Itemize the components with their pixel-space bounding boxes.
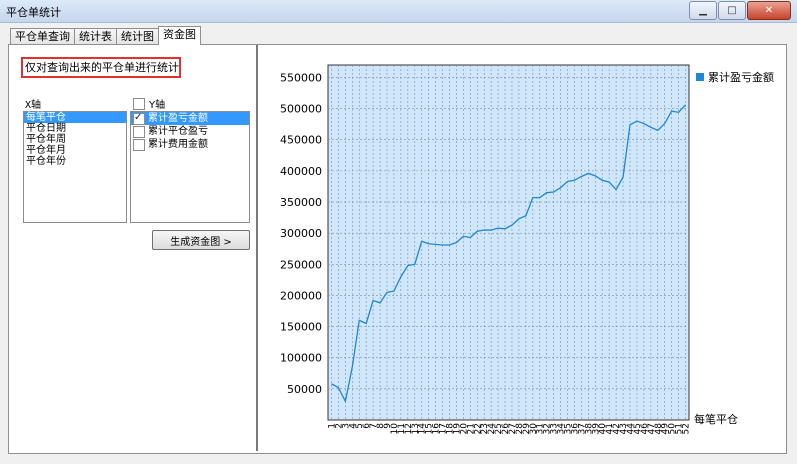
y-tick-label: 450000 [280,134,322,147]
x-item-week[interactable]: 平仓年周 [24,134,126,145]
y-axis-toggle[interactable]: Y轴 [133,96,165,111]
tab-stat-chart[interactable]: 统计图 [116,28,159,45]
x-axis-title: 每笔平仓 [694,412,738,426]
y-axis-label: Y轴 [149,100,166,111]
y-tick-label: 150000 [280,321,322,334]
y-tick-label: 50000 [287,383,322,396]
window-title: 平仓单统计 [6,6,61,19]
y-tick-label: 250000 [280,258,322,271]
fund-chart: 50000 100000 150000 200000 250000 300000 35000… [258,47,784,450]
x-item-year[interactable]: 平仓年份 [24,156,126,167]
x-axis-label: X轴 [25,100,42,111]
tab-query[interactable]: 平仓单查询 [10,28,75,45]
y-axis-list[interactable]: 累计盈亏金额 累计平仓盈亏 累计费用金额 [130,111,250,223]
close-icon[interactable]: ✕ [747,1,791,20]
legend-swatch [696,73,704,81]
x-item-per-close[interactable]: 每笔平仓 [24,112,126,123]
plot-background [327,64,690,421]
minimize-icon[interactable]: ▁ [689,1,717,20]
generate-chart-button[interactable]: 生成资金图 > [152,230,250,250]
y-tick-label: 350000 [280,196,322,209]
y-item-cum-pnl[interactable]: 累计盈亏金额 [131,112,249,125]
fund-chart-svg: 50000 100000 150000 200000 250000 300000 35000… [280,64,774,435]
x-tick-label: 52 [682,423,692,434]
y-tick-label: 400000 [280,165,322,178]
maximize-icon[interactable]: □ [718,1,746,20]
settings-pane: 仅对查询出来的平仓单进行统计 X轴 Y轴 每笔平仓 平仓日期 平仓年周 平仓年月… [13,47,256,447]
y-tick-label: 500000 [280,103,322,116]
y-ticks: 50000 100000 150000 200000 250000 300000 35000… [280,71,322,395]
y-item-label: 累计费用金额 [148,139,208,150]
x-item-date[interactable]: 平仓日期 [24,123,126,134]
window-controls: ▁ □ ✕ [688,1,791,20]
y-tick-label: 300000 [280,227,322,240]
tab-stat-table[interactable]: 统计表 [74,28,117,45]
y-item-cum-close-pnl-checkbox[interactable] [133,125,145,138]
y-item-cum-pnl-checkbox[interactable] [133,112,145,125]
y-tick-label: 550000 [280,71,322,84]
legend-label: 累计盈亏金额 [708,70,774,84]
y-item-cum-fee[interactable]: 累计费用金额 [131,138,249,151]
y-item-label: 累计平仓盈亏 [148,126,208,137]
tab-fund-chart[interactable]: 资金图 [158,26,201,45]
y-tick-label: 100000 [280,352,322,365]
y-axis-checkbox[interactable] [133,97,145,110]
x-item-month[interactable]: 平仓年月 [24,145,126,156]
title-bar: 平仓单统计 ▁ □ ✕ [0,0,797,23]
y-item-cum-close-pnl[interactable]: 累计平仓盈亏 [131,125,249,138]
query-note: 仅对查询出来的平仓单进行统计 [21,57,181,78]
tab-strip: 平仓单查询 统计表 统计图 资金图 [10,26,201,45]
x-axis-list[interactable]: 每笔平仓 平仓日期 平仓年周 平仓年月 平仓年份 [23,111,127,223]
y-item-label: 累计盈亏金额 [148,113,208,124]
y-tick-label: 200000 [280,289,322,302]
x-ticks: 1234567891011121314151617181920212223242… [327,423,691,435]
y-item-cum-fee-checkbox[interactable] [133,138,145,151]
